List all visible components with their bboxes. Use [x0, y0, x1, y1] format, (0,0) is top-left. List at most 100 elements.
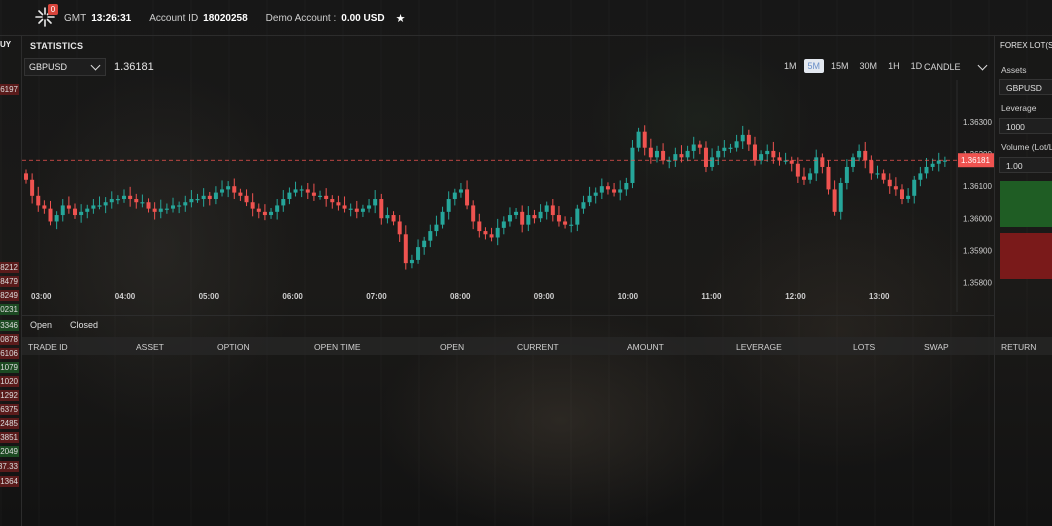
candle-body: [520, 211, 525, 225]
column-header-leverage[interactable]: LEVERAGE: [736, 342, 782, 352]
tab-closed[interactable]: Closed: [70, 320, 98, 330]
statistics-title: STATISTICS: [30, 41, 84, 51]
candle-body: [477, 221, 482, 232]
column-header-lots[interactable]: LOTS: [853, 342, 875, 352]
current-price-label: 1.36181: [961, 156, 990, 165]
buy-button[interactable]: [1000, 181, 1052, 227]
candle-body: [122, 195, 127, 200]
candle-body: [808, 173, 813, 180]
candle-body: [489, 234, 494, 238]
assets-field[interactable]: GBPUSD: [999, 79, 1052, 95]
asset-select[interactable]: GBPUSD: [24, 58, 106, 76]
candle-body: [642, 131, 647, 148]
gmt-label: GMT: [64, 13, 87, 24]
candle-body: [630, 147, 635, 183]
candle-body: [446, 199, 451, 212]
candle-body: [440, 211, 445, 225]
column-header-option[interactable]: OPTION: [217, 342, 250, 352]
timeframe-button-1m[interactable]: 1M: [780, 59, 801, 73]
timeframe-button-15m[interactable]: 15M: [827, 59, 853, 73]
column-header-open[interactable]: OPEN: [440, 342, 464, 352]
candle-body: [458, 189, 463, 193]
candle-body: [109, 199, 114, 203]
volume-field[interactable]: 1.00: [999, 157, 1052, 173]
candle-body: [293, 189, 298, 193]
orderbook-value: 16375: [0, 404, 19, 415]
candle-body: [703, 147, 708, 167]
x-tick-label: 08:00: [450, 292, 471, 301]
forex-panel-title: FOREX LOT(S): [1000, 41, 1052, 50]
y-tick-label: 1.36300: [963, 118, 992, 127]
candle-body: [207, 195, 212, 200]
favorite-star-icon[interactable]: ★: [396, 12, 406, 25]
candle-body: [918, 173, 923, 180]
candle-body: [164, 208, 169, 210]
demo-account-label: Demo Account :: [265, 13, 337, 24]
column-header-open-time[interactable]: OPEN TIME: [314, 342, 361, 352]
candle-body: [299, 189, 304, 191]
candle-body: [85, 208, 90, 212]
candle-body: [875, 173, 880, 175]
candle-body: [863, 150, 868, 161]
candle-body: [213, 192, 218, 200]
candle-body: [526, 215, 531, 225]
candle-body: [544, 205, 549, 212]
orderbook-value: 58479: [0, 276, 19, 287]
x-tick-label: 11:00: [701, 292, 722, 301]
column-header-swap[interactable]: SWAP: [924, 342, 949, 352]
candle-body: [771, 150, 776, 158]
timeframe-button-30m[interactable]: 30M: [856, 59, 882, 73]
column-header-current[interactable]: CURRENT: [517, 342, 559, 352]
candle-body: [342, 205, 347, 209]
candle-body: [569, 224, 574, 226]
price-chart[interactable]: 1.358001.359001.360001.361001.362001.363…: [22, 80, 994, 312]
candle-body: [379, 199, 384, 219]
y-tick-label: 1.35900: [963, 246, 992, 255]
timeframe-button-5m[interactable]: 5M: [803, 59, 825, 73]
notification-badge[interactable]: 0: [48, 4, 58, 15]
candle-body: [550, 205, 555, 216]
volume-label: Volume (Lot/L: [1001, 142, 1052, 152]
column-header-asset[interactable]: ASSET: [136, 342, 164, 352]
demo-account-balance: 0.00 USD: [341, 13, 385, 24]
chart-type-select[interactable]: CANDLE: [924, 59, 990, 75]
candle-body: [538, 211, 543, 219]
candle-body: [869, 160, 874, 174]
y-tick-label: 1.35800: [963, 278, 992, 287]
orderbook-value: 36197: [0, 84, 19, 95]
candle-body: [581, 202, 586, 209]
candle-body: [673, 154, 678, 161]
orderbook-value: 73851: [0, 432, 19, 443]
orderbook-strip: UY 36197 38212 58479 38249 70231 73346 20878 .6…: [0, 36, 21, 526]
candle-body: [556, 215, 561, 222]
x-tick-label: 12:00: [785, 292, 806, 301]
leverage-field[interactable]: 1000: [999, 118, 1052, 134]
asset-select-value: GBPUSD: [29, 62, 68, 72]
candle-body: [183, 202, 188, 206]
candle-body: [385, 215, 390, 219]
candle-body: [256, 208, 261, 212]
candle-body: [765, 150, 770, 155]
candle-body: [924, 166, 929, 174]
orderbook-value: 32049: [0, 446, 19, 457]
candle-body: [238, 192, 243, 196]
topbar-divider: [0, 35, 1052, 36]
timeframe-button-1h[interactable]: 1H: [884, 59, 904, 73]
tab-open[interactable]: Open: [30, 320, 52, 330]
candle-body: [838, 182, 843, 212]
column-header-trade-id[interactable]: TRADE ID: [28, 342, 68, 352]
candle-body: [226, 186, 231, 190]
x-tick-label: 09:00: [534, 292, 555, 301]
orderbook-value: 71292: [0, 390, 19, 401]
sell-button[interactable]: [1000, 233, 1052, 279]
candle-body: [24, 173, 28, 180]
orderbook-value: 20878: [0, 334, 19, 345]
candle-body: [722, 147, 727, 151]
orderbook-value: 38212: [0, 262, 19, 273]
candle-body: [103, 202, 108, 206]
candle-body: [783, 160, 788, 162]
candle-body: [661, 150, 666, 161]
candle-body: [422, 240, 427, 248]
column-header-amount[interactable]: AMOUNT: [627, 342, 664, 352]
candle-body: [416, 247, 421, 260]
